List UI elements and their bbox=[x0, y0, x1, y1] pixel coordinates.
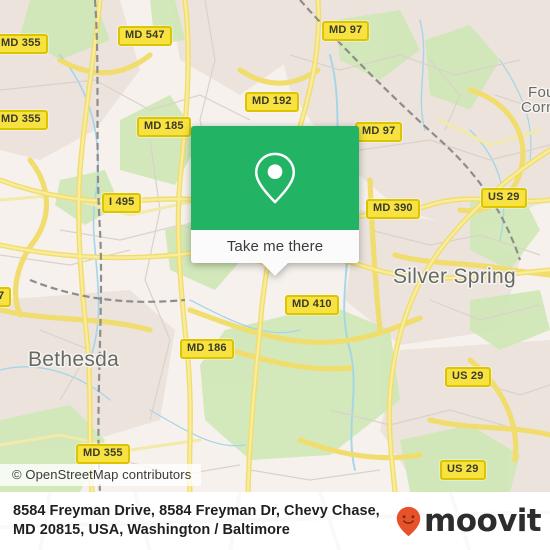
popup-icon-area bbox=[191, 126, 359, 230]
road-shield: MD 547 bbox=[118, 26, 172, 46]
map-pin-icon bbox=[254, 152, 296, 204]
address-text: 8584 Freyman Drive, 8584 Freyman Dr, Che… bbox=[13, 502, 396, 540]
road-shield: MD 410 bbox=[285, 295, 339, 315]
road-shield: MD 355 bbox=[0, 34, 48, 54]
popup-pointer bbox=[262, 263, 288, 276]
take-me-there-label: Take me there bbox=[226, 238, 324, 255]
footer-bar: 8584 Freyman Drive, 8584 Freyman Dr, Che… bbox=[0, 492, 550, 550]
place-label-bethesda: Bethesda bbox=[28, 348, 120, 371]
map-canvas[interactable]: Silver Spring Bethesda Four Corners MD 3… bbox=[0, 0, 550, 492]
moovit-pin-icon bbox=[396, 506, 421, 536]
moovit-wordmark: moovit bbox=[424, 502, 542, 539]
place-label-corners: Corners bbox=[521, 99, 550, 116]
moovit-logo[interactable]: moovit bbox=[396, 502, 542, 539]
address-line-1: 8584 Freyman Drive, 8584 Freyman Dr, Che… bbox=[13, 503, 380, 519]
take-me-there-button[interactable]: Take me there bbox=[191, 230, 359, 276]
osm-attribution[interactable]: © OpenStreetMap contributors bbox=[0, 464, 202, 486]
place-label-silver-spring: Silver Spring bbox=[393, 265, 516, 288]
road-shield: US 29 bbox=[481, 188, 527, 208]
location-popup-card[interactable]: Take me there bbox=[191, 126, 359, 276]
road-shield: MD 97 bbox=[322, 21, 370, 41]
road-shield: US 29 bbox=[440, 460, 486, 480]
address-line-2: MD 20815, USA, Washington / Baltimore bbox=[13, 522, 290, 538]
road-shield: I 495 bbox=[102, 193, 142, 213]
road-shield: 7 bbox=[0, 287, 12, 307]
road-shield: MD 192 bbox=[245, 92, 299, 112]
road-shield: MD 186 bbox=[180, 339, 234, 359]
road-shield: MD 97 bbox=[355, 122, 403, 142]
road-shield: MD 355 bbox=[76, 444, 130, 464]
road-shield: US 29 bbox=[445, 367, 491, 387]
road-shield: MD 185 bbox=[137, 117, 191, 137]
moovit-map-screenshot: Silver Spring Bethesda Four Corners MD 3… bbox=[0, 0, 550, 550]
road-shield: MD 390 bbox=[366, 199, 420, 219]
road-shield: MD 355 bbox=[0, 110, 48, 130]
